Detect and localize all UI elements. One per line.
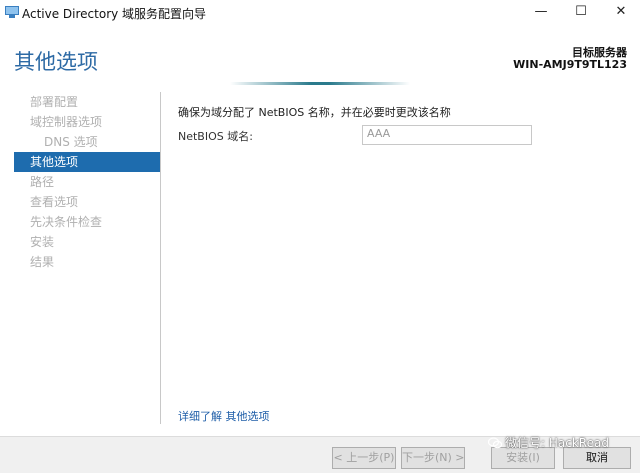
netbios-name-input[interactable]: AAA (362, 125, 532, 145)
title-bar: Active Directory 域服务配置向导 — ☐ ✕ (0, 0, 640, 26)
wizard-nav: 部署配置 域控制器选项 DNS 选项 其他选项 路径 查看选项 先决条件检查 安… (14, 92, 160, 272)
nav-divider (160, 92, 161, 424)
previous-button[interactable]: < 上一步(P) (332, 447, 396, 469)
maximize-button[interactable]: ☐ (562, 0, 600, 24)
nav-item-results[interactable]: 结果 (14, 252, 160, 272)
main-content: 确保为域分配了 NetBIOS 名称，并在必要时更改该名称 NetBIOS 域名… (178, 104, 532, 145)
nav-item-deployment[interactable]: 部署配置 (14, 92, 160, 112)
target-server-name: WIN-AMJ9T9TL123 (513, 58, 627, 71)
nav-item-dns-options[interactable]: DNS 选项 (14, 132, 160, 152)
watermark-text: 微信号: HackRead (505, 436, 609, 450)
wechat-icon (488, 437, 502, 449)
learn-more-link[interactable]: 详细了解 其他选项 (178, 408, 270, 424)
page-title: 其他选项 (14, 50, 98, 74)
wechat-watermark: 微信号: HackRead (488, 434, 609, 451)
server-manager-icon (5, 6, 19, 18)
nav-item-installation[interactable]: 安装 (14, 232, 160, 252)
wizard-header: 其他选项 目标服务器 WIN-AMJ9T9TL123 (0, 26, 640, 88)
description-text: 确保为域分配了 NetBIOS 名称，并在必要时更改该名称 (178, 106, 451, 119)
window-title: Active Directory 域服务配置向导 (22, 7, 207, 21)
close-button[interactable]: ✕ (602, 0, 640, 24)
minimize-button[interactable]: — (522, 0, 560, 24)
next-button[interactable]: 下一步(N) > (401, 447, 465, 469)
nav-item-prerequisites[interactable]: 先决条件检查 (14, 212, 160, 232)
nav-item-dc-options[interactable]: 域控制器选项 (14, 112, 160, 132)
nav-item-review-options[interactable]: 查看选项 (14, 192, 160, 212)
netbios-label: NetBIOS 域名: (178, 130, 253, 143)
nav-item-additional-options[interactable]: 其他选项 (14, 152, 160, 172)
nav-item-paths[interactable]: 路径 (14, 172, 160, 192)
header-progress-line (230, 82, 410, 85)
